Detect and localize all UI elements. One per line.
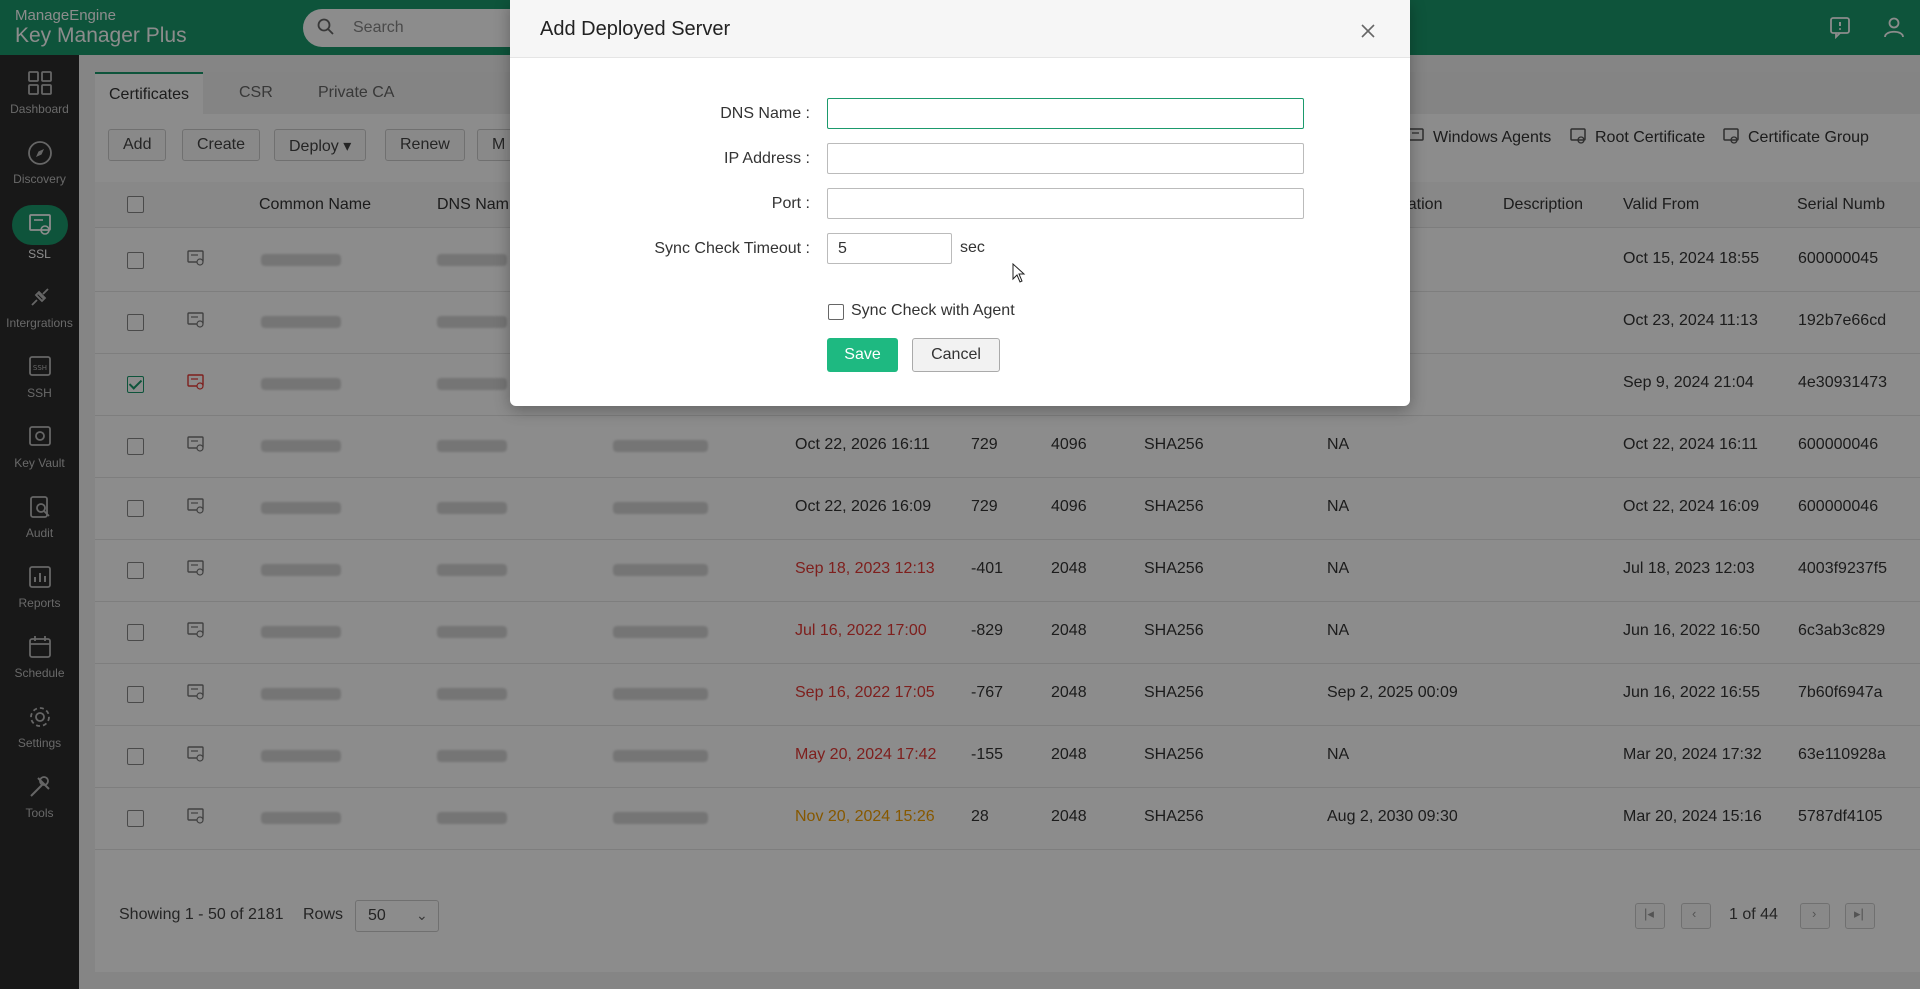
dialog-header: Add Deployed Server	[510, 0, 1410, 58]
dialog-title: Add Deployed Server	[540, 18, 731, 40]
close-icon[interactable]	[1361, 24, 1375, 38]
sync-check-agent-checkbox[interactable]	[828, 304, 844, 320]
timeout-unit: sec	[960, 239, 985, 256]
sync-check-agent-label[interactable]: Sync Check with Agent	[851, 302, 1015, 320]
sync-check-timeout-label: Sync Check Timeout :	[654, 240, 810, 257]
mouse-cursor-icon	[1012, 263, 1026, 283]
ip-address-input[interactable]	[827, 143, 1304, 174]
port-label: Port :	[771, 195, 810, 212]
ip-address-label: IP Address :	[724, 150, 810, 167]
port-input[interactable]	[827, 188, 1304, 219]
sync-check-timeout-input[interactable]	[827, 233, 952, 264]
cancel-button[interactable]: Cancel	[912, 338, 1000, 372]
dns-name-input[interactable]	[827, 98, 1304, 129]
add-deployed-server-dialog: Add Deployed Server DNS Name : IP Addres…	[510, 0, 1410, 406]
save-button[interactable]: Save	[827, 338, 898, 372]
dns-name-label: DNS Name :	[720, 105, 810, 122]
